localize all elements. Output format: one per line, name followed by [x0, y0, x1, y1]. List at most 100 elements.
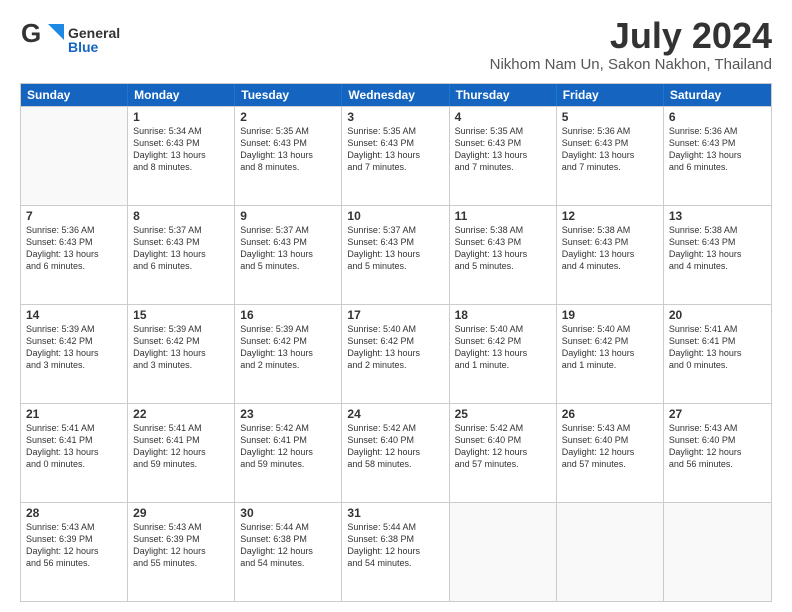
day-info: Daylight: 13 hours: [562, 248, 658, 260]
calendar-day-1: 1Sunrise: 5:34 AMSunset: 6:43 PMDaylight…: [128, 107, 235, 205]
svg-text:G: G: [21, 18, 41, 48]
day-info: Sunset: 6:43 PM: [240, 137, 336, 149]
logo-icon: G: [20, 16, 64, 58]
calendar-day-15: 15Sunrise: 5:39 AMSunset: 6:42 PMDayligh…: [128, 305, 235, 403]
day-info: Sunrise: 5:37 AM: [240, 224, 336, 236]
day-info: Sunrise: 5:42 AM: [240, 422, 336, 434]
day-info: Sunset: 6:40 PM: [347, 434, 443, 446]
day-number: 24: [347, 407, 443, 421]
day-info: Daylight: 12 hours: [240, 446, 336, 458]
header-day-thursday: Thursday: [450, 84, 557, 106]
day-number: 12: [562, 209, 658, 223]
day-info: Sunset: 6:43 PM: [455, 137, 551, 149]
day-info: Sunset: 6:43 PM: [133, 236, 229, 248]
day-info: Daylight: 13 hours: [347, 248, 443, 260]
day-info: and 59 minutes.: [133, 458, 229, 470]
header-day-sunday: Sunday: [21, 84, 128, 106]
calendar-day-18: 18Sunrise: 5:40 AMSunset: 6:42 PMDayligh…: [450, 305, 557, 403]
day-info: Daylight: 13 hours: [26, 347, 122, 359]
day-info: Sunset: 6:42 PM: [240, 335, 336, 347]
day-info: and 7 minutes.: [455, 161, 551, 173]
calendar-day-11: 11Sunrise: 5:38 AMSunset: 6:43 PMDayligh…: [450, 206, 557, 304]
day-info: and 54 minutes.: [240, 557, 336, 569]
day-info: Daylight: 13 hours: [347, 149, 443, 161]
day-info: and 54 minutes.: [347, 557, 443, 569]
day-number: 23: [240, 407, 336, 421]
calendar-day-5: 5Sunrise: 5:36 AMSunset: 6:43 PMDaylight…: [557, 107, 664, 205]
calendar-day-2: 2Sunrise: 5:35 AMSunset: 6:43 PMDaylight…: [235, 107, 342, 205]
month-title: July 2024: [490, 16, 772, 56]
day-info: Daylight: 13 hours: [455, 149, 551, 161]
calendar-day-23: 23Sunrise: 5:42 AMSunset: 6:41 PMDayligh…: [235, 404, 342, 502]
day-info: Sunrise: 5:40 AM: [347, 323, 443, 335]
calendar-row-2: 7Sunrise: 5:36 AMSunset: 6:43 PMDaylight…: [21, 205, 771, 304]
day-info: Sunset: 6:39 PM: [133, 533, 229, 545]
day-info: Sunrise: 5:34 AM: [133, 125, 229, 137]
day-number: 1: [133, 110, 229, 124]
day-number: 22: [133, 407, 229, 421]
day-info: Sunset: 6:42 PM: [133, 335, 229, 347]
calendar-day-20: 20Sunrise: 5:41 AMSunset: 6:41 PMDayligh…: [664, 305, 771, 403]
day-info: and 2 minutes.: [240, 359, 336, 371]
day-info: and 57 minutes.: [455, 458, 551, 470]
calendar-page: G General Blue July 2024 Nikhom Nam Un, …: [0, 0, 792, 612]
day-info: Daylight: 13 hours: [240, 347, 336, 359]
calendar-day-27: 27Sunrise: 5:43 AMSunset: 6:40 PMDayligh…: [664, 404, 771, 502]
header-day-tuesday: Tuesday: [235, 84, 342, 106]
day-number: 26: [562, 407, 658, 421]
calendar-day-22: 22Sunrise: 5:41 AMSunset: 6:41 PMDayligh…: [128, 404, 235, 502]
day-number: 19: [562, 308, 658, 322]
calendar-day-19: 19Sunrise: 5:40 AMSunset: 6:42 PMDayligh…: [557, 305, 664, 403]
calendar-empty-cell: [664, 503, 771, 601]
day-info: Sunrise: 5:38 AM: [562, 224, 658, 236]
day-info: Sunset: 6:43 PM: [562, 137, 658, 149]
day-info: Daylight: 12 hours: [133, 545, 229, 557]
day-info: Sunset: 6:43 PM: [562, 236, 658, 248]
day-info: and 59 minutes.: [240, 458, 336, 470]
day-info: Sunrise: 5:44 AM: [240, 521, 336, 533]
day-info: and 6 minutes.: [133, 260, 229, 272]
day-info: Sunrise: 5:38 AM: [455, 224, 551, 236]
day-info: Daylight: 13 hours: [347, 347, 443, 359]
day-number: 27: [669, 407, 766, 421]
calendar-day-10: 10Sunrise: 5:37 AMSunset: 6:43 PMDayligh…: [342, 206, 449, 304]
day-number: 21: [26, 407, 122, 421]
calendar-day-8: 8Sunrise: 5:37 AMSunset: 6:43 PMDaylight…: [128, 206, 235, 304]
calendar-day-28: 28Sunrise: 5:43 AMSunset: 6:39 PMDayligh…: [21, 503, 128, 601]
calendar-day-13: 13Sunrise: 5:38 AMSunset: 6:43 PMDayligh…: [664, 206, 771, 304]
day-info: and 5 minutes.: [347, 260, 443, 272]
day-info: Sunset: 6:41 PM: [240, 434, 336, 446]
calendar-header: SundayMondayTuesdayWednesdayThursdayFrid…: [21, 84, 771, 106]
day-info: Sunset: 6:41 PM: [669, 335, 766, 347]
day-info: and 6 minutes.: [669, 161, 766, 173]
day-info: Sunset: 6:41 PM: [133, 434, 229, 446]
day-info: Sunset: 6:43 PM: [669, 137, 766, 149]
day-info: Sunset: 6:43 PM: [133, 137, 229, 149]
day-info: Sunrise: 5:41 AM: [669, 323, 766, 335]
day-info: Sunrise: 5:41 AM: [26, 422, 122, 434]
day-info: Sunrise: 5:36 AM: [669, 125, 766, 137]
day-number: 30: [240, 506, 336, 520]
calendar-empty-cell: [450, 503, 557, 601]
day-info: and 8 minutes.: [240, 161, 336, 173]
day-info: and 1 minute.: [455, 359, 551, 371]
day-number: 9: [240, 209, 336, 223]
day-number: 8: [133, 209, 229, 223]
day-info: Sunset: 6:43 PM: [26, 236, 122, 248]
day-number: 10: [347, 209, 443, 223]
day-info: Daylight: 13 hours: [133, 347, 229, 359]
day-info: Sunrise: 5:35 AM: [455, 125, 551, 137]
day-info: Sunrise: 5:39 AM: [240, 323, 336, 335]
day-info: and 0 minutes.: [26, 458, 122, 470]
day-info: and 58 minutes.: [347, 458, 443, 470]
calendar-day-4: 4Sunrise: 5:35 AMSunset: 6:43 PMDaylight…: [450, 107, 557, 205]
day-info: Sunrise: 5:43 AM: [669, 422, 766, 434]
calendar-day-25: 25Sunrise: 5:42 AMSunset: 6:40 PMDayligh…: [450, 404, 557, 502]
day-info: Sunrise: 5:40 AM: [562, 323, 658, 335]
logo-general-text: General: [68, 26, 120, 40]
location-title: Nikhom Nam Un, Sakon Nakhon, Thailand: [490, 56, 772, 73]
day-info: and 5 minutes.: [455, 260, 551, 272]
day-info: Sunset: 6:43 PM: [347, 137, 443, 149]
day-info: Sunset: 6:40 PM: [669, 434, 766, 446]
day-info: Daylight: 13 hours: [455, 248, 551, 260]
